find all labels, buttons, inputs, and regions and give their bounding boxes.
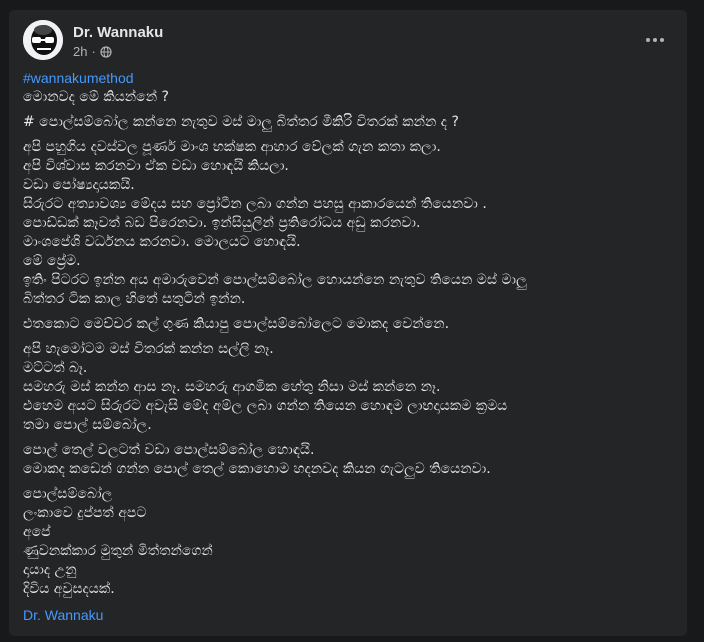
more-options-icon xyxy=(646,38,650,42)
paragraph: මොනවද මේ කියන්නේ ? xyxy=(23,88,673,107)
text-line: මොකද කඩෙන් ගන්න පොල් තෙල් කොහොම හදනවද කි… xyxy=(23,461,491,477)
text-line: මේ ප්‍රේම. xyxy=(23,253,81,269)
text-line: බිත්තර ටික කාල හිතේ සතුටින් ඉන්න. xyxy=(23,291,246,307)
post-meta: 2h · xyxy=(73,44,112,59)
text-line: පොඩ්ඩක් කෑවත් බඩ පිරෙනවා. ඉන්සියුලින් ප්… xyxy=(23,215,421,231)
paragraph: පොල්සම්බෝල ලංකාවෙ දුප්පත් අපට අපේ ණුවනක්කාර… xyxy=(23,485,673,599)
text-line: අපේ xyxy=(23,524,51,540)
text-line: එහෙම අයට සිරුරට අවැසි මේද අම්ල ලබා ගන්න … xyxy=(23,398,508,414)
more-options-button[interactable] xyxy=(637,28,673,52)
text-line: දිවිය අවුසදයක්. xyxy=(23,581,115,597)
text-line: මාංශපේශි වර්ධනය කරනවා. මොලයට හොඳයි. xyxy=(23,234,301,250)
bald-man-glasses-icon xyxy=(23,20,63,60)
text-line: අපි හැමෝටම මස් විතරක් කන්න සල්ලි නෑ. xyxy=(23,341,274,357)
text-line: සමහරු මස් කන්න ආස නෑ. සමහරු ආගමික හේතු න… xyxy=(23,379,441,395)
text-line: ඉතිං පිටරට ඉන්න අය අමාරුවෙන් පොල්සම්බෝල … xyxy=(23,272,527,288)
paragraph: අපි පහුගිය දවස්වල පූර්ණ මාංශ භක්ෂක ආහාර … xyxy=(23,138,673,309)
paragraph: # පොල්සම්බෝල කන්නෙ නැතුව මස් මාලු බිත්තර… xyxy=(23,113,673,132)
text-line: පොල් තෙල් වලටත් වඩා පොල්සම්බෝල හොඳයි. xyxy=(23,442,315,458)
paragraph: පොල් තෙල් වලටත් වඩා පොල්සම්බෝල හොඳයි. මොක… xyxy=(23,441,673,479)
text-line: සිරුරට අත්‍යාවශ්‍ය මේදය සහ ප්‍රෝටීන ලබා … xyxy=(23,196,487,212)
text-line: ණුවනක්කාර මුතුන් මිත්තන්ගෙන් xyxy=(23,543,213,559)
paragraph: අපි හැමෝටම මස් විතරක් කන්න සල්ලි නෑ. මට්ට… xyxy=(23,340,673,435)
post-body: #wannakumethod මොනවද මේ කියන්නේ ? # පොල්ස… xyxy=(23,69,673,599)
post-paragraphs: මොනවද මේ කියන්නේ ? # පොල්සම්බෝල කන්නෙ නැත… xyxy=(23,88,673,599)
hashtag-link[interactable]: #wannakumethod xyxy=(23,69,673,88)
text-line: මට්ටත් බෑ. xyxy=(23,360,88,376)
text-line: මොනවද මේ කියන්නේ ? xyxy=(23,89,169,105)
text-line: අපි පහුගිය දවස්වල පූර්ණ මාංශ භක්ෂක ආහාර … xyxy=(23,139,441,155)
post-card: Dr. Wannaku 2h · #wannakumethod මොනවද මේ… xyxy=(9,10,687,636)
text-line: දායාද උනු xyxy=(23,562,77,578)
text-line: තමා පොල් සම්බෝල. xyxy=(23,417,152,433)
avatar[interactable] xyxy=(23,20,63,60)
text-line: ලංකාවෙ දුප්පත් අපට xyxy=(23,505,147,521)
text-line: පොල්සම්බෝල xyxy=(23,486,113,502)
separator-dot: · xyxy=(91,44,96,59)
author-name[interactable]: Dr. Wannaku xyxy=(73,24,163,41)
post-header: Dr. Wannaku 2h · xyxy=(23,18,673,60)
text-line: # පොල්සම්බෝල කන්නෙ නැතුව මස් මාලු බිත්තර… xyxy=(23,114,459,130)
text-line: අපි විශ්වාස කරනවා ඒක වඩා හොඳයි කියලා. xyxy=(23,158,289,174)
post-time[interactable]: 2h xyxy=(73,44,87,59)
text-line: එතකොට මෙච්චර කල් ගුණ කියාපු පොල්සම්බෝලෙට… xyxy=(23,316,450,332)
signature-link[interactable]: Dr. Wannaku xyxy=(23,607,103,623)
text-line: වඩා පෝෂ්‍යදායකයි. xyxy=(23,177,135,193)
globe-icon xyxy=(100,45,112,58)
paragraph: එතකොට මෙච්චර කල් ගුණ කියාපු පොල්සම්බෝලෙට… xyxy=(23,315,673,334)
